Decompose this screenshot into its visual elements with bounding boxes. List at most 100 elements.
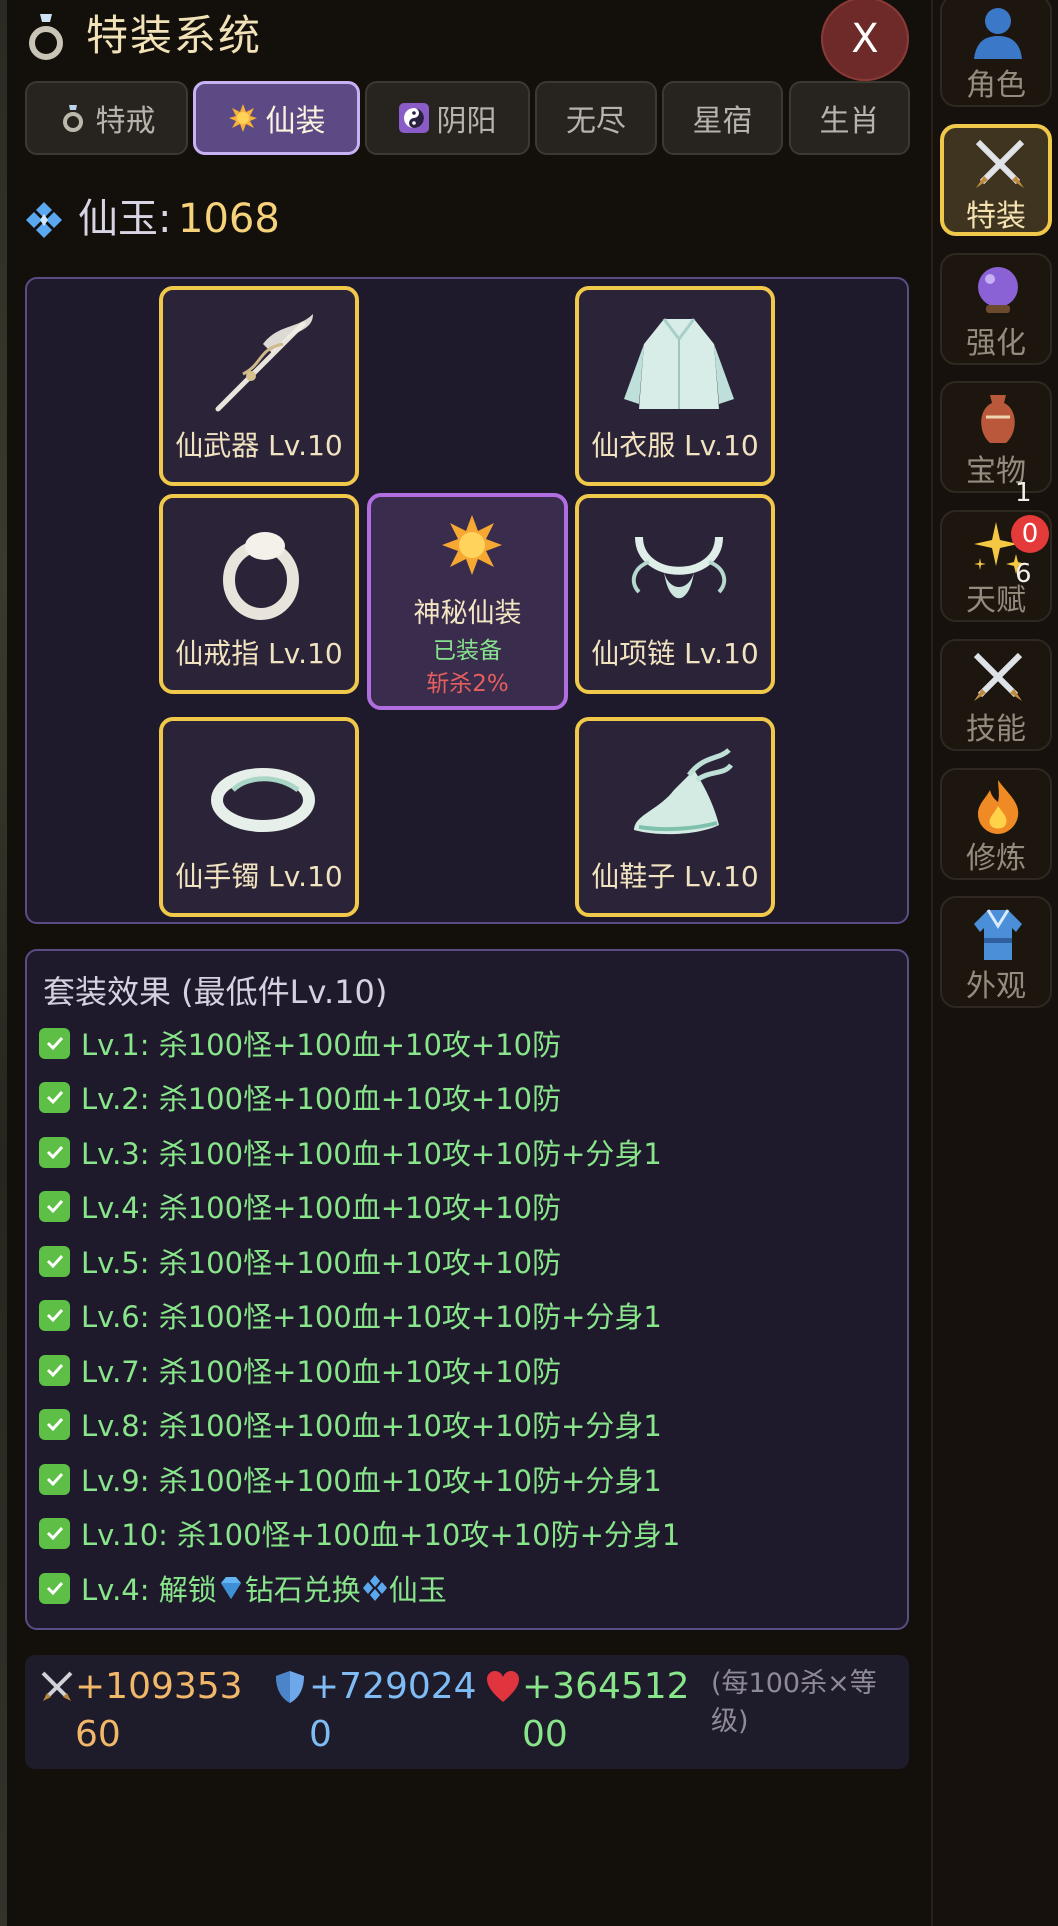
tab-yin-yang[interactable]: 阴阳 [365, 81, 530, 155]
talent-count-bottom: 6 [1015, 559, 1032, 589]
slot-necklace[interactable]: 仙项链 Lv.10 [575, 494, 775, 694]
page-title: 特装系统 [86, 11, 263, 60]
set-effect-text: Lv.6: 杀100怪+100血+10攻+10防+分身1 [81, 1300, 662, 1334]
set-effect-text: Lv.3: 杀100怪+100血+10攻+10防+分身1 [81, 1137, 662, 1171]
set-effect-text: 仙玉 [388, 1573, 447, 1607]
crystal-ball-icon [978, 267, 1018, 313]
hp-bonus: +36451200 [522, 1666, 690, 1755]
checkmark-icon [39, 1517, 70, 1549]
tab-label: 生肖 [819, 104, 880, 139]
close-button[interactable]: X [821, 0, 909, 81]
equipped-status: 已装备 [433, 638, 502, 664]
execute-bonus: 斩杀2% [426, 671, 509, 697]
set-effect-text: Lv.4: 杀100怪+100血+10攻+10防 [81, 1191, 562, 1225]
bracelet-icon [211, 768, 315, 832]
yin-yang-icon [398, 103, 429, 133]
set-effect-line: Lv.8: 杀100怪+100血+10攻+10防+分身1 [39, 1402, 662, 1446]
checkmark-icon [39, 1299, 70, 1331]
talent-count-top: 1 [1015, 478, 1032, 508]
slot-shoes[interactable]: 仙鞋子 Lv.10 [575, 717, 775, 917]
checkmark-icon [39, 1354, 70, 1386]
set-effect-text: Lv.7: 杀100怪+100血+10攻+10防 [81, 1355, 562, 1389]
checkmark-icon [39, 1408, 70, 1440]
background-edge [0, 0, 7, 1926]
tab-label: 仙装 [265, 104, 326, 139]
robe-icon [974, 909, 1022, 960]
tab-endless[interactable]: 无尽 [535, 81, 657, 155]
tab-immortal-gear[interactable]: 仙装 [193, 81, 360, 155]
tab-label: 阴阳 [436, 104, 497, 139]
tab-special-ring[interactable]: 特戒 [25, 81, 188, 155]
slot-mystery-gear[interactable]: 神秘仙装 已装备 斩杀2% [367, 493, 568, 710]
mystery-gear-name: 神秘仙装 [413, 598, 522, 629]
sidebar-item-appearance[interactable]: 外观 [940, 896, 1052, 1008]
set-effect-line: Lv.10: 杀100怪+100血+10攻+10防+分身1 [39, 1511, 680, 1555]
vase-icon [981, 395, 1015, 443]
sidebar-label: 宝物 [966, 454, 1026, 489]
sun-icon [442, 515, 502, 575]
set-effect-line: Lv.7: 杀100怪+100血+10攻+10防 [39, 1348, 561, 1392]
set-effect-line: Lv.2: 杀100怪+100血+10攻+10防 [39, 1075, 561, 1119]
set-effect-line: Lv.4: 杀100怪+100血+10攻+10防 [39, 1184, 561, 1228]
set-effect-text: Lv.4: 解锁 [81, 1573, 217, 1607]
sun-icon [228, 104, 257, 132]
set-effect-line: Lv.9: 杀100怪+100血+10攻+10防+分身1 [39, 1457, 662, 1501]
ring-icon [223, 532, 299, 620]
stats-note: (每100杀×等级) [711, 1668, 877, 1737]
heart-icon [487, 1671, 519, 1702]
sidebar-item-character[interactable]: 角色 [940, 0, 1052, 107]
set-effect-text: Lv.10: 杀100怪+100血+10攻+10防+分身1 [81, 1518, 681, 1552]
slot-ring[interactable]: 仙戒指 Lv.10 [159, 494, 359, 694]
checkmark-icon [39, 1572, 70, 1604]
tab-label: 无尽 [566, 104, 626, 139]
set-effect-line: Lv.3: 杀100怪+100血+10攻+10防+分身1 [39, 1130, 662, 1174]
set-effects-panel: 套装效果 (最低件Lv.10) Lv.1: 杀100怪+100血+10攻+10防… [25, 949, 909, 1630]
shoe-icon [634, 748, 734, 835]
defense-bonus: +7290240 [309, 1666, 477, 1755]
set-effect-line: Lv.5: 杀100怪+100血+10攻+10防 [39, 1239, 561, 1283]
tab-zodiac[interactable]: 生肖 [789, 81, 910, 155]
sidebar-label: 天赋 [966, 583, 1026, 618]
set-effect-line: Lv.6: 杀100怪+100血+10攻+10防+分身1 [39, 1293, 662, 1337]
robe-icon [624, 318, 734, 409]
slot-label: 仙戒指 Lv.10 [175, 637, 343, 670]
set-effect-text: Lv.9: 杀100怪+100血+10攻+10防+分身1 [81, 1464, 662, 1498]
checkmark-icon [39, 1245, 70, 1277]
sidebar-item-cultivate[interactable]: 修炼 [940, 768, 1052, 880]
crossed-swords-icon [41, 1671, 73, 1701]
sidebar-label: 外观 [966, 969, 1026, 1004]
attack-bonus: +10935360 [75, 1666, 243, 1755]
sidebar-item-skills[interactable]: 技能 [940, 639, 1052, 751]
set-effects-title: 套装效果 (最低件Lv.10) [43, 973, 388, 1011]
jade-gem-icon [26, 202, 62, 238]
currency-label: 仙玉: [78, 196, 172, 242]
tab-label: 星宿 [692, 104, 753, 139]
sidebar-item-special-gear[interactable]: 特装 [940, 124, 1052, 236]
crossed-swords-icon [975, 139, 1025, 188]
tab-label: 特戒 [95, 104, 156, 139]
checkmark-icon [39, 1190, 70, 1222]
slot-label: 仙武器 Lv.10 [175, 429, 343, 462]
person-icon [974, 8, 1022, 59]
sword-icon [215, 314, 313, 412]
stats-summary: +10935360 +7290240 +36451200 (每100杀×等级) [25, 1655, 909, 1769]
ring-icon [29, 14, 63, 60]
set-effect-text: Lv.8: 杀100怪+100血+10攻+10防+分身1 [81, 1409, 662, 1443]
necklace-icon [631, 536, 727, 599]
sidebar-item-enhance[interactable]: 强化 [940, 253, 1052, 365]
set-effect-text: Lv.1: 杀100怪+100血+10攻+10防 [81, 1028, 562, 1062]
slot-weapon[interactable]: 仙武器 Lv.10 [159, 286, 359, 486]
sidebar-label: 角色 [966, 68, 1026, 103]
diamond-icon [220, 1577, 241, 1599]
shield-icon [276, 1671, 304, 1703]
slot-robe[interactable]: 仙衣服 Lv.10 [575, 286, 775, 486]
set-effect-text: Lv.5: 杀100怪+100血+10攻+10防 [81, 1246, 562, 1280]
jade-gem-icon [362, 1575, 387, 1601]
sidebar-label: 修炼 [966, 841, 1026, 876]
slot-label: 仙手镯 Lv.10 [175, 860, 343, 893]
tab-constellation[interactable]: 星宿 [662, 81, 783, 155]
sidebar-label: 技能 [966, 712, 1026, 747]
sidebar-item-treasure[interactable]: 宝物 [940, 381, 1052, 493]
slot-label: 仙衣服 Lv.10 [591, 429, 759, 462]
slot-bracelet[interactable]: 仙手镯 Lv.10 [159, 717, 359, 917]
